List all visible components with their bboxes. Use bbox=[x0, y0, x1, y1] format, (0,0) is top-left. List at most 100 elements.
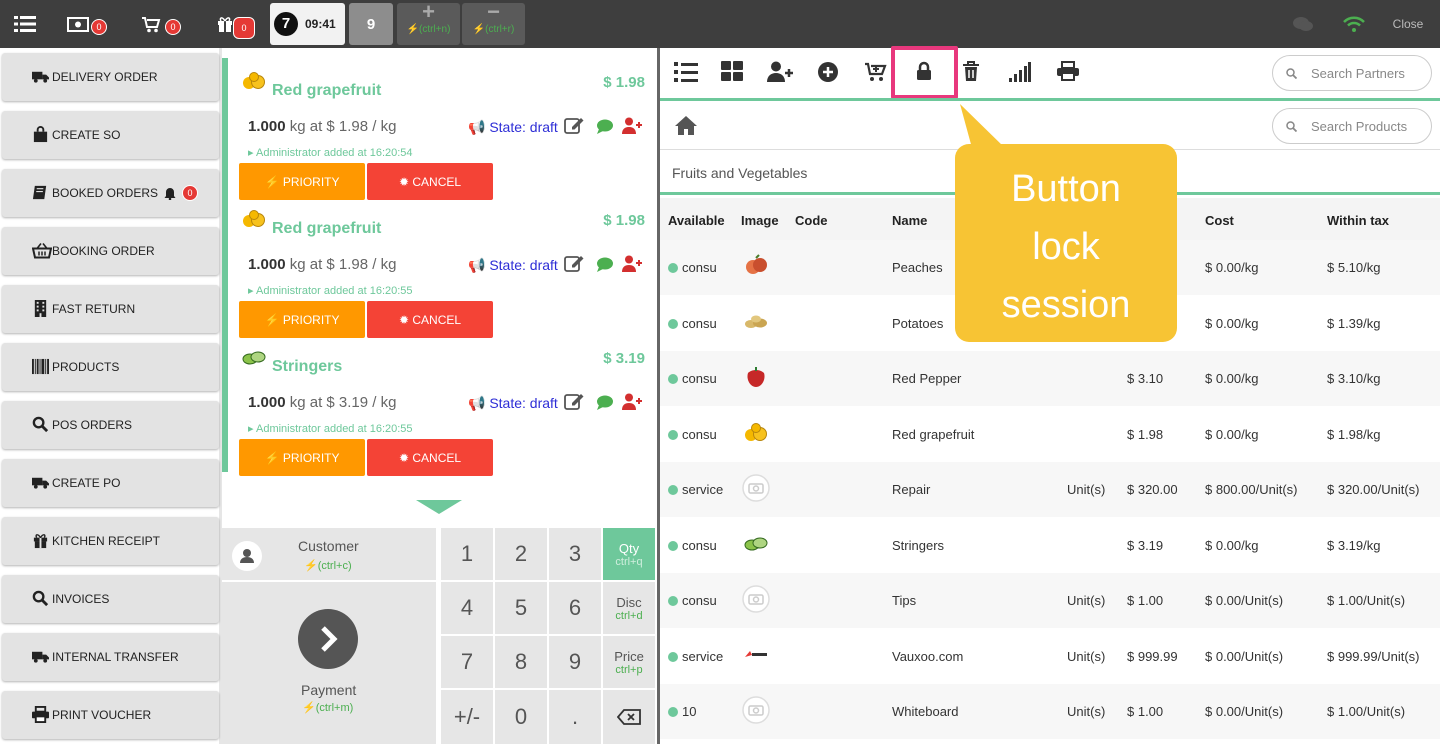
pos-orders-button[interactable]: POS ORDERS bbox=[2, 401, 219, 449]
row-cost: $ 0.00/Unit(s) bbox=[1205, 704, 1284, 719]
print-icon[interactable] bbox=[1057, 61, 1079, 81]
key-dot[interactable]: . bbox=[549, 690, 601, 744]
trash-icon[interactable] bbox=[962, 61, 980, 82]
cancel-button[interactable]: ✹ CANCEL bbox=[367, 163, 493, 200]
key-4[interactable]: 4 bbox=[441, 582, 493, 634]
order-line[interactable]: Red grapefruit $ 1.98 1.000 kg at $ 1.98… bbox=[222, 58, 657, 200]
home-icon[interactable] bbox=[675, 116, 697, 135]
row-within-tax: $ 1.98/kg bbox=[1327, 426, 1381, 442]
key-2[interactable]: 2 bbox=[495, 528, 547, 580]
remove-shortcut: (ctrl+r) bbox=[485, 24, 515, 35]
backspace-button[interactable] bbox=[603, 690, 655, 744]
col-code: Code bbox=[795, 213, 828, 228]
priority-button[interactable]: ⚡ PRIORITY bbox=[239, 301, 365, 338]
customer-button[interactable]: Customer ⚡(ctrl+c) bbox=[222, 528, 436, 580]
order-line[interactable]: Red grapefruit $ 1.98 1.000 kg at $ 1.98… bbox=[222, 196, 657, 338]
row-uom: Unit(s) bbox=[1067, 704, 1106, 719]
chat-icon[interactable] bbox=[1290, 0, 1316, 48]
priority-button[interactable]: ⚡ PRIORITY bbox=[239, 163, 365, 200]
status-dot-icon bbox=[668, 318, 678, 329]
line-state[interactable]: 📢 State: draft bbox=[468, 119, 558, 136]
grid-icon[interactable] bbox=[721, 61, 743, 81]
qty-mode-button[interactable]: Qty ctrl+q bbox=[603, 528, 655, 580]
add-user-icon[interactable] bbox=[767, 61, 793, 82]
row-available: service bbox=[668, 649, 723, 664]
add-order-button[interactable]: + ⚡(ctrl+n) bbox=[397, 1, 460, 45]
key-3[interactable]: 3 bbox=[549, 528, 601, 580]
close-button[interactable]: Close bbox=[1386, 0, 1430, 48]
barcode-icon bbox=[32, 358, 49, 375]
table-row[interactable]: consu Stringers $ 3.19 $ 0.00/kg $ 3.19/kg bbox=[660, 517, 1440, 573]
create-so-button[interactable]: CREATE SO bbox=[2, 111, 219, 159]
row-name: Potatoes bbox=[892, 315, 944, 331]
edit-icon[interactable] bbox=[564, 391, 586, 411]
signal-bars-icon[interactable] bbox=[1009, 62, 1031, 82]
lock-icon[interactable] bbox=[916, 61, 932, 81]
line-state[interactable]: 📢 State: draft bbox=[468, 257, 558, 274]
products-button[interactable]: PRODUCTS bbox=[2, 343, 219, 391]
vauxoo-logo-icon bbox=[742, 641, 770, 669]
booking-order-button[interactable]: BOOKING ORDER bbox=[2, 227, 219, 275]
add-user-icon[interactable] bbox=[622, 117, 642, 134]
table-row[interactable]: service Vauxoo.com Unit(s) $ 999.99 $ 0.00/U… bbox=[660, 628, 1440, 684]
priority-button[interactable]: ⚡ PRIORITY bbox=[239, 439, 365, 476]
potato-icon bbox=[742, 308, 770, 336]
line-state[interactable]: 📢 State: draft bbox=[468, 395, 558, 412]
kitchen-receipt-button[interactable]: KITCHEN RECEIPT bbox=[2, 517, 219, 565]
key-9[interactable]: 9 bbox=[549, 636, 601, 688]
key-1[interactable]: 1 bbox=[441, 528, 493, 580]
cash-button[interactable]: 0 bbox=[62, 0, 112, 48]
print-voucher-button[interactable]: PRINT VOUCHER bbox=[2, 691, 219, 739]
lightning-icon: ⚡ bbox=[302, 702, 316, 714]
price-mode-button[interactable]: Price ctrl+p bbox=[603, 636, 655, 688]
cancel-button[interactable]: ✹ CANCEL bbox=[367, 439, 493, 476]
order-tab[interactable]: 9 bbox=[349, 3, 393, 45]
col-available: Available bbox=[668, 213, 725, 228]
invoices-button[interactable]: INVOICES bbox=[2, 575, 219, 623]
order-line[interactable]: Stringers $ 3.19 1.000 kg at $ 3.19 / kg… bbox=[222, 334, 657, 476]
table-row[interactable]: 10 Whiteboard Unit(s) $ 1.00 $ 0.00/Unit(s) $… bbox=[660, 684, 1440, 739]
add-shortcut: (ctrl+n) bbox=[419, 24, 451, 35]
add-user-icon[interactable] bbox=[622, 255, 642, 272]
line-added-info: ▸ Administrator added at 16:20:55 bbox=[248, 423, 413, 435]
scroll-down-arrow-icon[interactable] bbox=[416, 500, 462, 514]
remove-order-button[interactable]: − ⚡(ctrl+r) bbox=[462, 1, 525, 45]
session-tab[interactable]: 7 09:41 bbox=[270, 3, 345, 45]
row-price: $ 999.99 bbox=[1127, 648, 1178, 664]
comment-icon[interactable] bbox=[596, 257, 614, 272]
disc-mode-button[interactable]: Disc ctrl+d bbox=[603, 582, 655, 634]
comment-icon[interactable] bbox=[596, 395, 614, 410]
fast-return-button[interactable]: FAST RETURN bbox=[2, 285, 219, 333]
create-po-button[interactable]: CREATE PO bbox=[2, 459, 219, 507]
numbered-list-icon[interactable] bbox=[674, 61, 698, 83]
key-plus-minus[interactable]: +/- bbox=[441, 690, 493, 744]
key-5[interactable]: 5 bbox=[495, 582, 547, 634]
key-8[interactable]: 8 bbox=[495, 636, 547, 688]
internal-transfer-button[interactable]: INTERNAL TRANSFER bbox=[2, 633, 219, 681]
add-circle-icon[interactable] bbox=[818, 62, 838, 82]
key-6[interactable]: 6 bbox=[549, 582, 601, 634]
gift-button[interactable]: 0 bbox=[210, 0, 262, 48]
edit-icon[interactable] bbox=[564, 253, 586, 273]
key-0[interactable]: 0 bbox=[495, 690, 547, 744]
menu-list-icon[interactable] bbox=[10, 0, 40, 48]
row-name: Red grapefruit bbox=[892, 426, 975, 442]
delivery-order-button[interactable]: DELIVERY ORDER bbox=[2, 53, 219, 101]
edit-icon[interactable] bbox=[564, 115, 586, 135]
cancel-button[interactable]: ✹ CANCEL bbox=[367, 301, 493, 338]
row-available: consu bbox=[668, 371, 717, 386]
line-product-name: Stringers bbox=[272, 358, 343, 375]
col-within-tax: Within tax bbox=[1327, 213, 1389, 228]
comment-icon[interactable] bbox=[596, 119, 614, 134]
booked-orders-button[interactable]: BOOKED ORDERS 0 bbox=[2, 169, 219, 217]
table-row[interactable]: consu Tips Unit(s) $ 1.00 $ 0.00/Unit(s) $ 1.… bbox=[660, 573, 1440, 628]
payment-button[interactable]: Payment ⚡(ctrl+m) bbox=[222, 582, 436, 744]
row-within-tax: $ 3.10/kg bbox=[1327, 371, 1381, 386]
table-row[interactable]: service Repair Unit(s) $ 320.00 $ 800.00/Uni… bbox=[660, 462, 1440, 517]
add-user-icon[interactable] bbox=[622, 393, 642, 410]
table-row[interactable]: consu Red Pepper $ 3.10 $ 0.00/kg $ 3.10/kg bbox=[660, 351, 1440, 406]
cart-button[interactable]: 0 bbox=[136, 0, 186, 48]
table-row[interactable]: consu Red grapefruit $ 1.98 $ 0.00/kg $ 1.98… bbox=[660, 406, 1440, 462]
cart-plus-icon[interactable] bbox=[864, 62, 888, 82]
key-7[interactable]: 7 bbox=[441, 636, 493, 688]
